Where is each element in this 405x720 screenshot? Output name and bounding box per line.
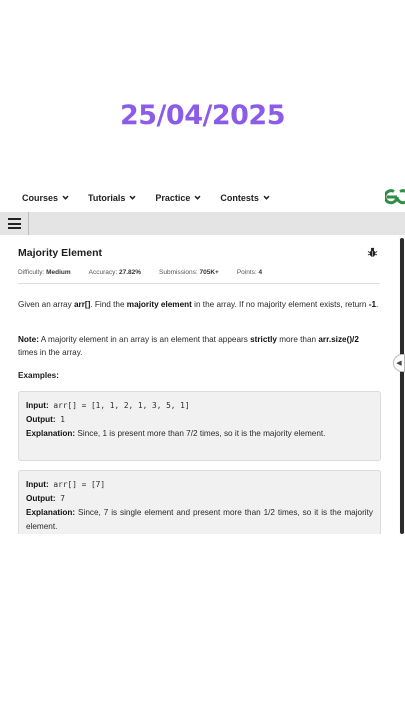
toolbar-divider <box>28 212 29 235</box>
example-output: Output: 7 <box>26 494 65 503</box>
bug-icon[interactable] <box>367 247 378 258</box>
screenshot-frame: Courses Tutorials Practice Contests Majo… <box>0 186 405 534</box>
nav-contests-label: Contests <box>220 192 259 203</box>
example-input: Input: arr[] = [1, 1, 2, 1, 3, 5, 1] <box>26 401 190 410</box>
drag-handle-icon: ◀ <box>396 360 402 367</box>
chevron-down-icon <box>129 195 136 200</box>
difficulty-value: Medium <box>46 269 71 276</box>
problem-title: Majority Element <box>18 247 103 259</box>
example-box: Input: arr[] = [7] Output: 7 Explanation… <box>18 470 381 534</box>
problem-content: Majority Element Difficulty: Medium Accu… <box>0 236 398 534</box>
nav-courses[interactable]: Courses <box>22 193 69 203</box>
gfg-logo-icon[interactable] <box>385 187 405 207</box>
chevron-down-icon <box>263 195 270 200</box>
hamburger-icon[interactable] <box>8 218 21 229</box>
nav-practice[interactable]: Practice <box>155 193 201 203</box>
scrollbar[interactable] <box>399 236 405 534</box>
nav-tutorials[interactable]: Tutorials <box>88 193 136 203</box>
problem-meta: Difficulty: Medium Accuracy: 27.82% Subm… <box>18 269 280 276</box>
accuracy-value: 27.82% <box>118 269 142 276</box>
problem-toolbar <box>0 212 405 235</box>
date-overlay: 25/04/2025 <box>119 100 286 131</box>
examples-heading: Examples: <box>18 371 59 380</box>
top-navigation: Courses Tutorials Practice Contests <box>0 186 405 209</box>
nav-practice-label: Practice <box>155 192 191 203</box>
scrollbar-thumb[interactable] <box>400 238 404 534</box>
submissions: Submissions: 705K+ <box>159 269 219 276</box>
nav-contests[interactable]: Contests <box>220 193 270 203</box>
nav-courses-label: Courses <box>22 192 59 203</box>
submissions-value: 705K+ <box>199 269 219 276</box>
panel-resize-handle[interactable]: ◀ <box>393 354 405 372</box>
meta-divider <box>18 283 380 284</box>
nav-tutorials-label: Tutorials <box>88 192 126 203</box>
points: Points: 4 <box>236 269 263 276</box>
example-input: Input: arr[] = [7] <box>26 480 106 489</box>
example-output: Output: 1 <box>26 415 65 424</box>
chevron-down-icon <box>62 195 69 200</box>
problem-description: Given an array arr[]. Find the majority … <box>18 300 379 309</box>
problem-note: Note: A majority element in an array is … <box>18 335 359 357</box>
points-value: 4 <box>258 269 263 276</box>
example-explanation: Explanation: Since, 7 is single element … <box>26 508 373 531</box>
example-explanation: Explanation: Since, 1 is present more th… <box>26 429 326 438</box>
accuracy: Accuracy: 27.82% <box>88 269 142 276</box>
chevron-down-icon <box>194 195 201 200</box>
example-box: Input: arr[] = [1, 1, 2, 1, 3, 5, 1] Out… <box>18 391 381 461</box>
difficulty: Difficulty: Medium <box>18 269 71 276</box>
